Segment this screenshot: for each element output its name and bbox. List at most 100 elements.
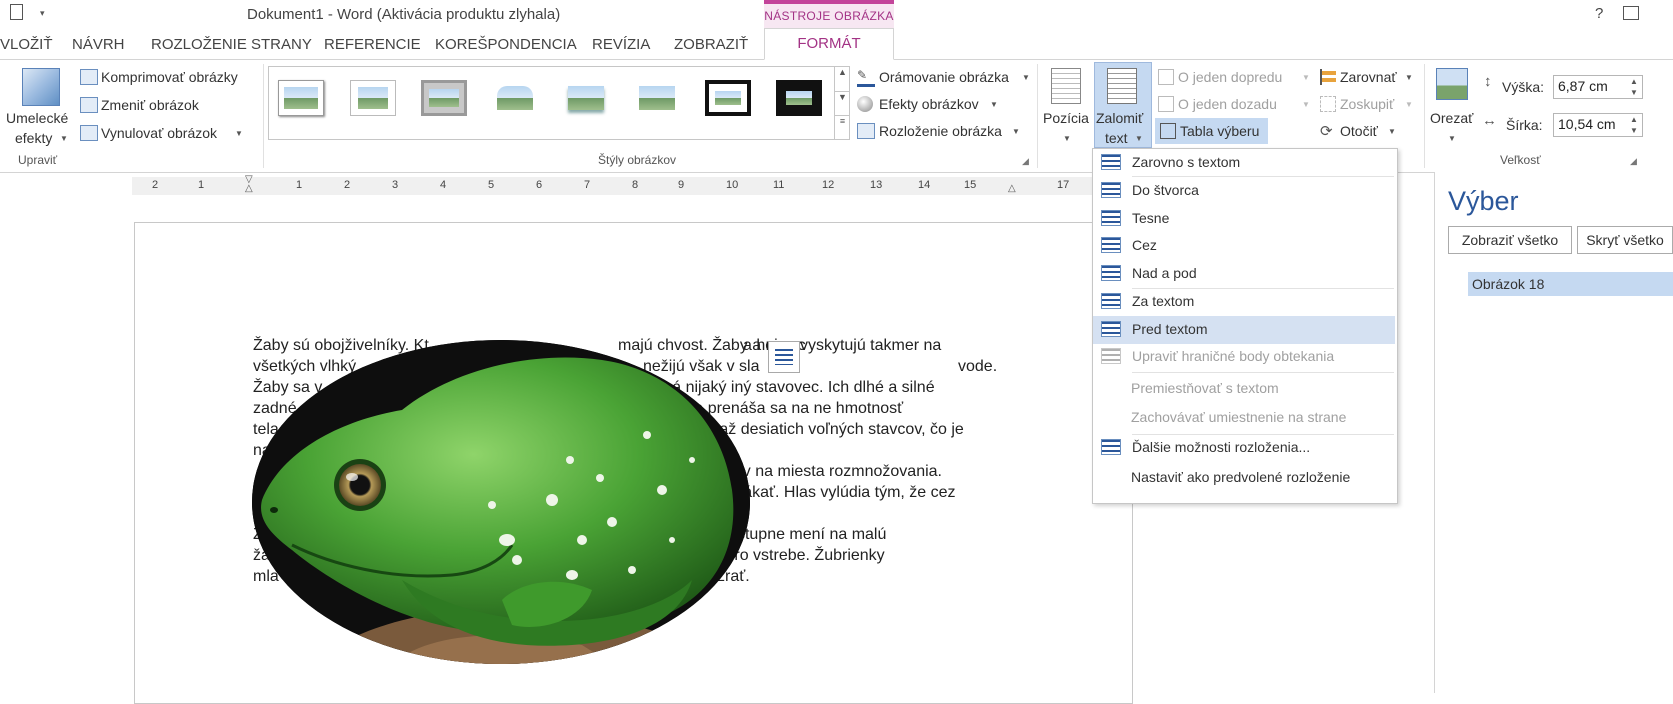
wrap-option-icon — [1101, 293, 1121, 309]
wrap-menu-item[interactable]: Nastaviť ako predvolené rozloženie — [1093, 464, 1395, 492]
picture-style-8[interactable] — [776, 80, 822, 116]
show-all-button[interactable]: Zobraziť všetko — [1448, 226, 1572, 254]
document-text-fragment[interactable]: tich až desiatich voľných stavcov, čo je — [690, 421, 964, 439]
height-spinner-icon[interactable]: ▲ ▼ — [1626, 76, 1642, 98]
picture-style-6[interactable] — [634, 80, 680, 116]
ruler-number: 12 — [822, 179, 835, 191]
tab-format[interactable]: FORMÁT — [764, 28, 894, 60]
dropdown-arrow-icon: ▼ — [1135, 134, 1143, 143]
help-button[interactable]: ? — [1595, 5, 1603, 22]
layout-options-button[interactable] — [768, 341, 800, 373]
document-text-fragment[interactable]: všetkých vlhký — [253, 358, 356, 376]
bring-forward-button[interactable]: O jeden dopredu — [1178, 69, 1282, 85]
document-text-fragment[interactable]: nežijú však v sla — [643, 358, 760, 376]
dropdown-arrow-icon[interactable]: ▼ — [990, 100, 998, 109]
menu-separator — [1132, 372, 1394, 373]
wrap-menu-item-label: Nad a pod — [1132, 265, 1197, 281]
dropdown-arrow-icon[interactable]: ▼ — [1012, 127, 1020, 136]
gallery-scroll-up[interactable]: ▲ — [834, 67, 850, 91]
picture-style-2[interactable] — [350, 80, 396, 116]
ruler-number: 13 — [870, 179, 883, 191]
hide-all-button[interactable]: Skryť všetko — [1577, 226, 1673, 254]
menu-separator — [1132, 434, 1394, 435]
dropdown-arrow-icon[interactable]: ▼ — [1388, 127, 1396, 136]
wrap-menu-item: Premiestňovať s textom — [1093, 375, 1395, 403]
dropdown-arrow-icon[interactable]: ▼ — [235, 129, 243, 138]
position-button[interactable]: Pozícia — [1043, 110, 1089, 126]
document-text-fragment[interactable]: Žaby sa v — [253, 379, 322, 397]
wrap-text-button[interactable]: Zalomiť — [1096, 110, 1143, 126]
selection-pane-button[interactable]: Tabla výberu — [1180, 123, 1259, 139]
wrap-menu-item[interactable]: Tesne — [1093, 205, 1395, 233]
wrap-menu-item[interactable]: Do štvorca — [1093, 177, 1395, 205]
wrap-menu-item[interactable]: Nad a pod — [1093, 260, 1395, 288]
wrap-menu-item-label: Ďalšie možnosti rozloženia... — [1132, 439, 1311, 455]
width-spinner-icon[interactable]: ▲ ▼ — [1626, 114, 1642, 136]
ruler-number: 15 — [964, 179, 977, 191]
picture-layout-button[interactable]: Rozloženie obrázka — [879, 123, 1002, 139]
group-icon — [1320, 96, 1336, 112]
dropdown-arrow-icon: ▼ — [60, 134, 68, 143]
ruler-number: 10 — [726, 179, 739, 191]
wrap-menu-item[interactable]: Ďalšie možnosti rozloženia... — [1093, 434, 1395, 462]
change-picture-button[interactable]: Zmeniť obrázok — [101, 97, 199, 113]
dialog-launcher-icon[interactable]: ◢ — [1022, 156, 1029, 167]
send-backward-button[interactable]: O jeden dozadu — [1178, 96, 1277, 112]
picture-style-3[interactable] — [421, 80, 467, 116]
artistic-effects-button-line2[interactable]: efekty — [15, 130, 52, 146]
selection-pane-title: Výber — [1448, 186, 1519, 216]
wrap-text-button-line2[interactable]: text — [1105, 130, 1128, 146]
group-button[interactable]: Zoskupiť — [1340, 96, 1394, 112]
tab-zobrazit[interactable]: ZOBRAZIŤ — [674, 36, 748, 53]
dropdown-arrow-icon[interactable]: ▼ — [1405, 73, 1413, 82]
wrap-menu-item[interactable]: Za textom — [1093, 288, 1395, 316]
quick-access-dropdown-icon[interactable]: ▾ — [40, 8, 45, 19]
picture-style-4[interactable] — [492, 80, 538, 116]
document-icon[interactable] — [10, 4, 23, 20]
crop-button[interactable]: Orezať — [1430, 110, 1473, 126]
compress-pictures-button[interactable]: Komprimovať obrázky — [101, 69, 238, 85]
tab-vlozit[interactable]: VLOŽIŤ — [0, 36, 53, 53]
gallery-more[interactable]: ≡ — [834, 115, 850, 139]
picture-style-7[interactable] — [705, 80, 751, 116]
picture-border-button[interactable]: Orámovanie obrázka — [879, 69, 1009, 85]
ruler-number: 17 — [1057, 179, 1070, 191]
ruler-number: 5 — [488, 179, 495, 191]
wrap-menu-item-label: Za textom — [1132, 293, 1195, 309]
picture-style-5[interactable] — [563, 80, 609, 116]
wrap-option-icon — [1101, 321, 1121, 337]
right-indent-marker-icon[interactable]: △ — [1008, 183, 1016, 194]
align-button[interactable]: Zarovnať — [1340, 69, 1397, 85]
indent-marker-icon[interactable]: ▽ △ — [245, 175, 253, 194]
tab-rozlozenie-strany[interactable]: ROZLOŽENIE STRANY — [151, 36, 312, 53]
wrap-menu-item[interactable]: Cez — [1093, 232, 1395, 260]
picture-style-1[interactable] — [278, 80, 324, 116]
ribbon-display-options-icon[interactable] — [1623, 6, 1639, 20]
tab-revizia[interactable]: REVÍZIA — [592, 36, 650, 53]
align-icon — [1320, 69, 1336, 85]
document-text-fragment[interactable]: vode. — [958, 358, 997, 376]
picture-layout-icon — [857, 123, 875, 139]
selection-pane-item[interactable]: Obrázok 18 — [1468, 272, 1673, 296]
rotate-button[interactable]: Otočiť — [1340, 123, 1378, 139]
tab-referencie[interactable]: REFERENCIE — [324, 36, 421, 53]
group-separator — [1424, 64, 1425, 168]
tab-navrh[interactable]: NÁVRH — [72, 36, 125, 53]
picture-effects-button[interactable]: Efekty obrázkov — [879, 96, 979, 112]
height-icon: ↕ — [1484, 73, 1492, 90]
height-input[interactable]: 6,87 cm ▲ ▼ — [1553, 75, 1643, 99]
gallery-scroll-down[interactable]: ▼ — [834, 91, 850, 115]
ruler-number: 14 — [918, 179, 931, 191]
frog-picture[interactable] — [252, 340, 750, 664]
reset-picture-button[interactable]: Vynulovať obrázok — [101, 125, 217, 141]
wrap-menu-item[interactable]: Zarovno s textom — [1093, 149, 1395, 177]
width-input[interactable]: 10,54 cm ▲ ▼ — [1553, 113, 1643, 137]
document-text-fragment[interactable]: emá nijaký iný stavovec. Ich dlhé a siln… — [650, 379, 935, 397]
dropdown-arrow-icon[interactable]: ▼ — [1022, 73, 1030, 82]
artistic-effects-button[interactable]: Umelecké — [6, 110, 68, 126]
tab-korespondencia[interactable]: KOREŠPONDENCIA — [435, 36, 577, 53]
wrap-menu-item[interactable]: Pred textom — [1093, 316, 1395, 344]
bring-forward-icon — [1158, 69, 1174, 85]
dialog-launcher-icon[interactable]: ◢ — [1630, 156, 1637, 167]
frog-image-svg — [252, 340, 750, 664]
